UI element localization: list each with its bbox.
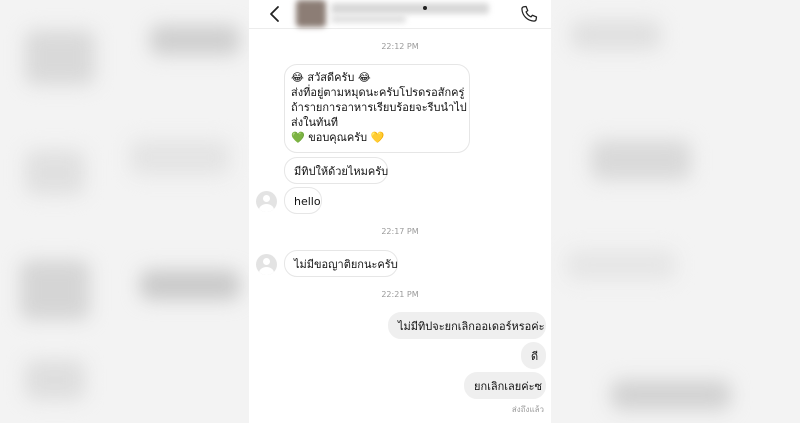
timestamp: 22:21 PM xyxy=(381,290,419,299)
avatar[interactable] xyxy=(256,191,277,212)
outgoing-message: ยกเลิกเลยค่ะซ xyxy=(464,372,546,399)
incoming-message: ไม่มีขอญาติยกนะครับ xyxy=(284,250,398,277)
timestamp: 22:12 PM xyxy=(381,42,419,51)
blurred-background-left xyxy=(0,0,249,423)
name-separator-dot xyxy=(423,6,427,10)
incoming-message: 😂 สวัสดีครับ 😂 ส่งที่อยู่ตามหมุดนะครับโป… xyxy=(284,64,470,153)
incoming-message: มีทิปให้ด้วยไหมครับ xyxy=(284,157,388,184)
outgoing-message: ไม่มีทิปจะยกเลิกออเดอร์หรอค่ะ xyxy=(388,312,546,339)
contact-subtitle-redacted xyxy=(331,15,406,23)
message-line: 💚 ขอบคุณครับ 💛 xyxy=(291,131,385,144)
timestamp: 22:17 PM xyxy=(381,227,419,236)
outgoing-message: ดี xyxy=(521,342,546,369)
message-line: ส่งในทันที xyxy=(291,116,338,129)
blurred-background-right xyxy=(551,0,800,423)
chat-screen: 22:12 PM 😂 สวัสดีครับ 😂 ส่งที่อยู่ตามหมุ… xyxy=(249,0,551,423)
message-line: ส่งที่อยู่ตามหมุดนะครับโปรดรอสักครู่ xyxy=(291,86,465,99)
avatar[interactable] xyxy=(296,0,326,27)
delivered-status: ส่งถึงแล้ว xyxy=(511,405,544,414)
chevron-left-icon[interactable] xyxy=(265,4,285,24)
phone-icon[interactable] xyxy=(519,4,539,24)
message-line: 😂 สวัสดีครับ 😂 xyxy=(291,71,371,84)
message-line: ถ้ารายการอาหารเรียบร้อยจะรีบนำไป xyxy=(291,101,467,114)
contact-name-redacted xyxy=(331,3,489,14)
avatar[interactable] xyxy=(256,254,277,275)
chat-header xyxy=(249,0,551,29)
incoming-message: hello xyxy=(284,187,322,214)
